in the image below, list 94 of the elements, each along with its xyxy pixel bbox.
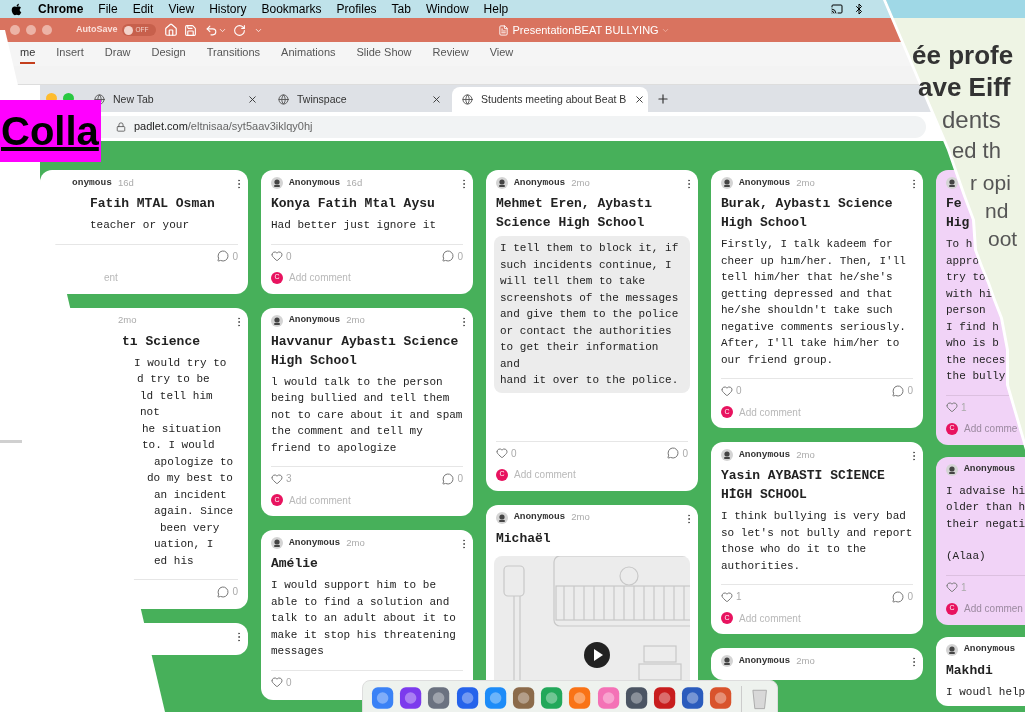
slide-text: ed th	[952, 140, 1001, 162]
post-title: Fe	[946, 195, 962, 213]
post-text: appro	[946, 253, 979, 269]
post-text: the neces	[946, 352, 1006, 368]
post-text: who is b	[946, 336, 999, 351]
post-time: 2mo	[118, 313, 137, 328]
post-text: I woudl help	[946, 684, 1025, 700]
post-text: been very	[160, 520, 220, 536]
post-text: an incident	[154, 487, 227, 503]
comment-count: 0	[457, 472, 463, 486]
post-title: tı Science	[122, 332, 200, 351]
post-time: 2mo	[571, 175, 590, 190]
document-title: PresentationBEAT BULLYING	[512, 22, 659, 38]
post-text: To h	[946, 237, 973, 252]
post-text: their negati	[946, 516, 1025, 532]
like-count: 0	[286, 249, 292, 264]
post-title: High School	[721, 214, 807, 232]
post-text: I think bullying is very bad so let's not bully and report those who do it to the authorities.	[721, 509, 913, 574]
author-name: Anonymous	[739, 175, 791, 190]
post-title: Fatih MTAL Osman	[90, 195, 215, 213]
post-title: Hig	[946, 214, 970, 232]
like-count: 3	[286, 472, 292, 486]
post-text: I would support him to be able to find a solution and talk to an adult about it to make it stop his threatening messages	[271, 578, 456, 659]
post-text: the bully	[946, 369, 1006, 384]
slide-text: ave Eiff	[918, 74, 1011, 100]
post-time: 16d	[117, 175, 134, 190]
post-title: Amélie	[271, 555, 318, 573]
author-name: Anonymous	[739, 447, 791, 462]
author-name: Anonymous	[289, 313, 341, 328]
url-text: padlet.com/eltnisaa/syt5aav3iklqy0hj	[134, 119, 313, 135]
slide-text: nd	[985, 200, 1009, 221]
post-title: Science High School	[496, 214, 645, 232]
post-text: I tell them to block it, if such incidents continue, I will tell them to take screenshots of the messages and give them to the police or contact the authorities to get their information and hand it over to the police.	[500, 241, 680, 388]
post-time: 2mo	[571, 510, 590, 525]
post-time: 2mo	[346, 313, 365, 328]
post-time: 2mo	[346, 535, 365, 550]
slide-text: ée profe	[912, 42, 1014, 68]
comment-count: 0	[907, 590, 913, 604]
author-name: Anonymous	[514, 175, 566, 190]
slide-text: oot	[988, 228, 1018, 249]
post-text: Firstly, I talk kadeem for cheer up hım/her. Then, I'll tell him/her that he/she's getting depressed and that he/she shouldn't take such negative comments seriously. After, I'll take him/her to our friend group.	[721, 237, 906, 368]
post-text: Had better just ignore it	[271, 218, 437, 233]
like-count: 1	[736, 590, 742, 604]
post-time: 2mo	[796, 447, 815, 462]
like-count: 1	[961, 580, 967, 595]
post-title: Mehmet Eren, Aybastı	[496, 195, 653, 213]
post-title: Yasin AYBASTI SCİENCE	[721, 467, 885, 485]
post-note: (Alaa)	[946, 549, 986, 564]
post-text: to. I would	[142, 438, 215, 453]
post-text: uation, I	[154, 537, 214, 552]
post-text: ed his	[154, 553, 194, 569]
post-text: with hi	[946, 286, 993, 302]
post-text: teacher or your	[90, 218, 190, 233]
autosave-label: AutoSave	[76, 23, 118, 37]
slide-text: dents	[942, 108, 1001, 132]
slide-text: r opi	[970, 172, 1011, 193]
post-text: do my best to	[147, 471, 233, 486]
like-count: 1	[961, 400, 967, 415]
post-text: try to	[946, 270, 986, 285]
comment-count: 0	[232, 585, 238, 599]
post-title: Burak, Aybastı Science	[721, 195, 893, 213]
post-text: apologize to	[154, 454, 234, 470]
post-text: older than h	[946, 500, 1025, 515]
post-text: I advaise hi	[946, 483, 1025, 499]
author-name: Anonymous	[289, 175, 341, 190]
post-text: I would try to	[134, 355, 227, 371]
post-title: High School	[271, 351, 357, 370]
post-title: Michaël	[496, 529, 551, 548]
author-name: Anonymous	[289, 535, 341, 550]
author-name: Anonymous	[964, 462, 1016, 477]
post-time: 2mo	[796, 175, 815, 190]
post-text: he situation	[142, 421, 222, 437]
comment-count: 0	[907, 384, 913, 398]
like-count: 0	[511, 446, 517, 461]
comment-count: 0	[457, 249, 463, 264]
post-text: d try to be	[137, 372, 210, 387]
like-count: 0	[736, 384, 742, 398]
post-time: 16d	[346, 175, 363, 190]
author-name: Anonymous	[964, 642, 1016, 657]
post-text: person	[946, 303, 986, 318]
post-title: Havvanur Aybastı Science	[271, 332, 459, 351]
post-title: Makhdi	[946, 661, 993, 680]
post-text: again. Since	[154, 504, 234, 519]
post-time: 2mo	[796, 653, 815, 668]
author-name: onymous	[72, 175, 112, 190]
like-count: 0	[286, 675, 292, 690]
post-title: Konya Fatih Mtal Aysu	[271, 195, 435, 213]
author-name: Anonymous	[739, 653, 791, 668]
post-title: HİGH SCHOOL	[721, 486, 807, 504]
post-text: l would talk to the person being bullied and tell them not to care about it and spam the comment and tell my friend to apologize	[271, 374, 463, 456]
post-text: I find h	[946, 319, 999, 335]
comment-count: 0	[682, 446, 688, 461]
comment-count: 0	[232, 249, 238, 264]
author-name: Anonymous	[514, 510, 566, 525]
